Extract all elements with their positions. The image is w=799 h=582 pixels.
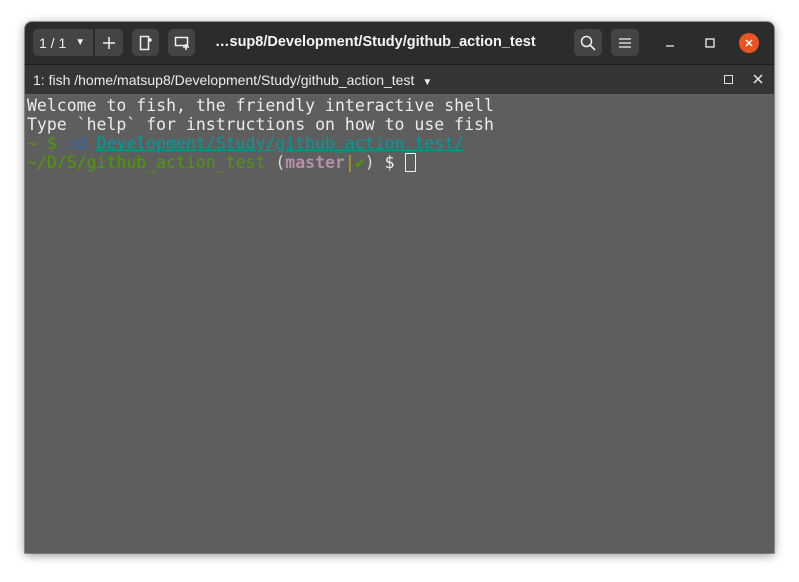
git-open-paren: ( xyxy=(265,153,286,172)
close-icon xyxy=(753,74,763,84)
restore-icon xyxy=(724,75,733,84)
minimize-button[interactable] xyxy=(660,33,680,53)
current-prompt-line: ~/D/S/github_action_test (master|✔) $ xyxy=(27,153,416,172)
tab-selector-button[interactable]: 1 / 1 ▼ xyxy=(33,29,93,56)
chevron-down-icon: ▼ xyxy=(75,37,86,48)
text-cursor[interactable] xyxy=(404,153,416,172)
tab-title-dropdown[interactable]: 1: fish /home/matsup8/Development/Study/… xyxy=(33,72,432,88)
git-separator: | xyxy=(344,153,355,172)
window-title: …sup8/Development/Study/github_action_te… xyxy=(215,34,536,50)
maximize-button[interactable] xyxy=(700,33,720,53)
tab-close-button[interactable] xyxy=(751,72,765,86)
welcome-line: Welcome to fish, the friendly interactiv… xyxy=(27,96,494,115)
terminal-output[interactable]: Welcome to fish, the friendly interactiv… xyxy=(25,94,774,553)
maximize-icon xyxy=(705,38,715,48)
search-button[interactable] xyxy=(574,29,602,56)
new-tab-icon xyxy=(174,36,190,50)
command-line: ~ $ cd Development/Study/github_action_t… xyxy=(27,134,464,153)
tab-title: 1: fish /home/matsup8/Development/Study/… xyxy=(33,72,415,88)
hamburger-menu-icon xyxy=(619,37,631,48)
menu-button[interactable] xyxy=(611,29,639,56)
minimize-icon xyxy=(665,38,675,48)
split-terminal-icon xyxy=(139,35,153,51)
new-window-button[interactable] xyxy=(168,29,195,56)
close-button[interactable] xyxy=(739,33,759,53)
header-bar: 1 / 1 ▼ …sup8/Development/Study/github_a… xyxy=(25,22,774,64)
cwd-path: ~/D/S/github_action_test xyxy=(27,153,266,172)
close-icon xyxy=(744,38,754,48)
new-tab-button[interactable] xyxy=(95,29,123,56)
terminal-window: 1 / 1 ▼ …sup8/Development/Study/github_a… xyxy=(25,22,774,553)
search-icon xyxy=(580,35,596,51)
command-argument: Development/Study/github_action_test/ xyxy=(96,134,465,153)
tab-restore-button[interactable] xyxy=(722,73,735,86)
tab-bar: 1: fish /home/matsup8/Development/Study/… xyxy=(25,64,774,96)
chevron-down-icon: ▼ xyxy=(422,77,433,88)
split-terminal-button[interactable] xyxy=(132,29,159,56)
prompt-symbol: $ xyxy=(374,153,405,172)
git-status-check: ✔ xyxy=(354,153,365,172)
help-line: Type `help` for instructions on how to u… xyxy=(27,115,494,134)
prompt: ~ $ xyxy=(27,134,67,153)
command-text: cd xyxy=(66,134,87,153)
git-branch: master xyxy=(285,153,345,172)
plus-icon xyxy=(102,36,116,50)
git-close-paren: ) xyxy=(364,153,375,172)
tab-counter: 1 / 1 xyxy=(39,34,67,51)
